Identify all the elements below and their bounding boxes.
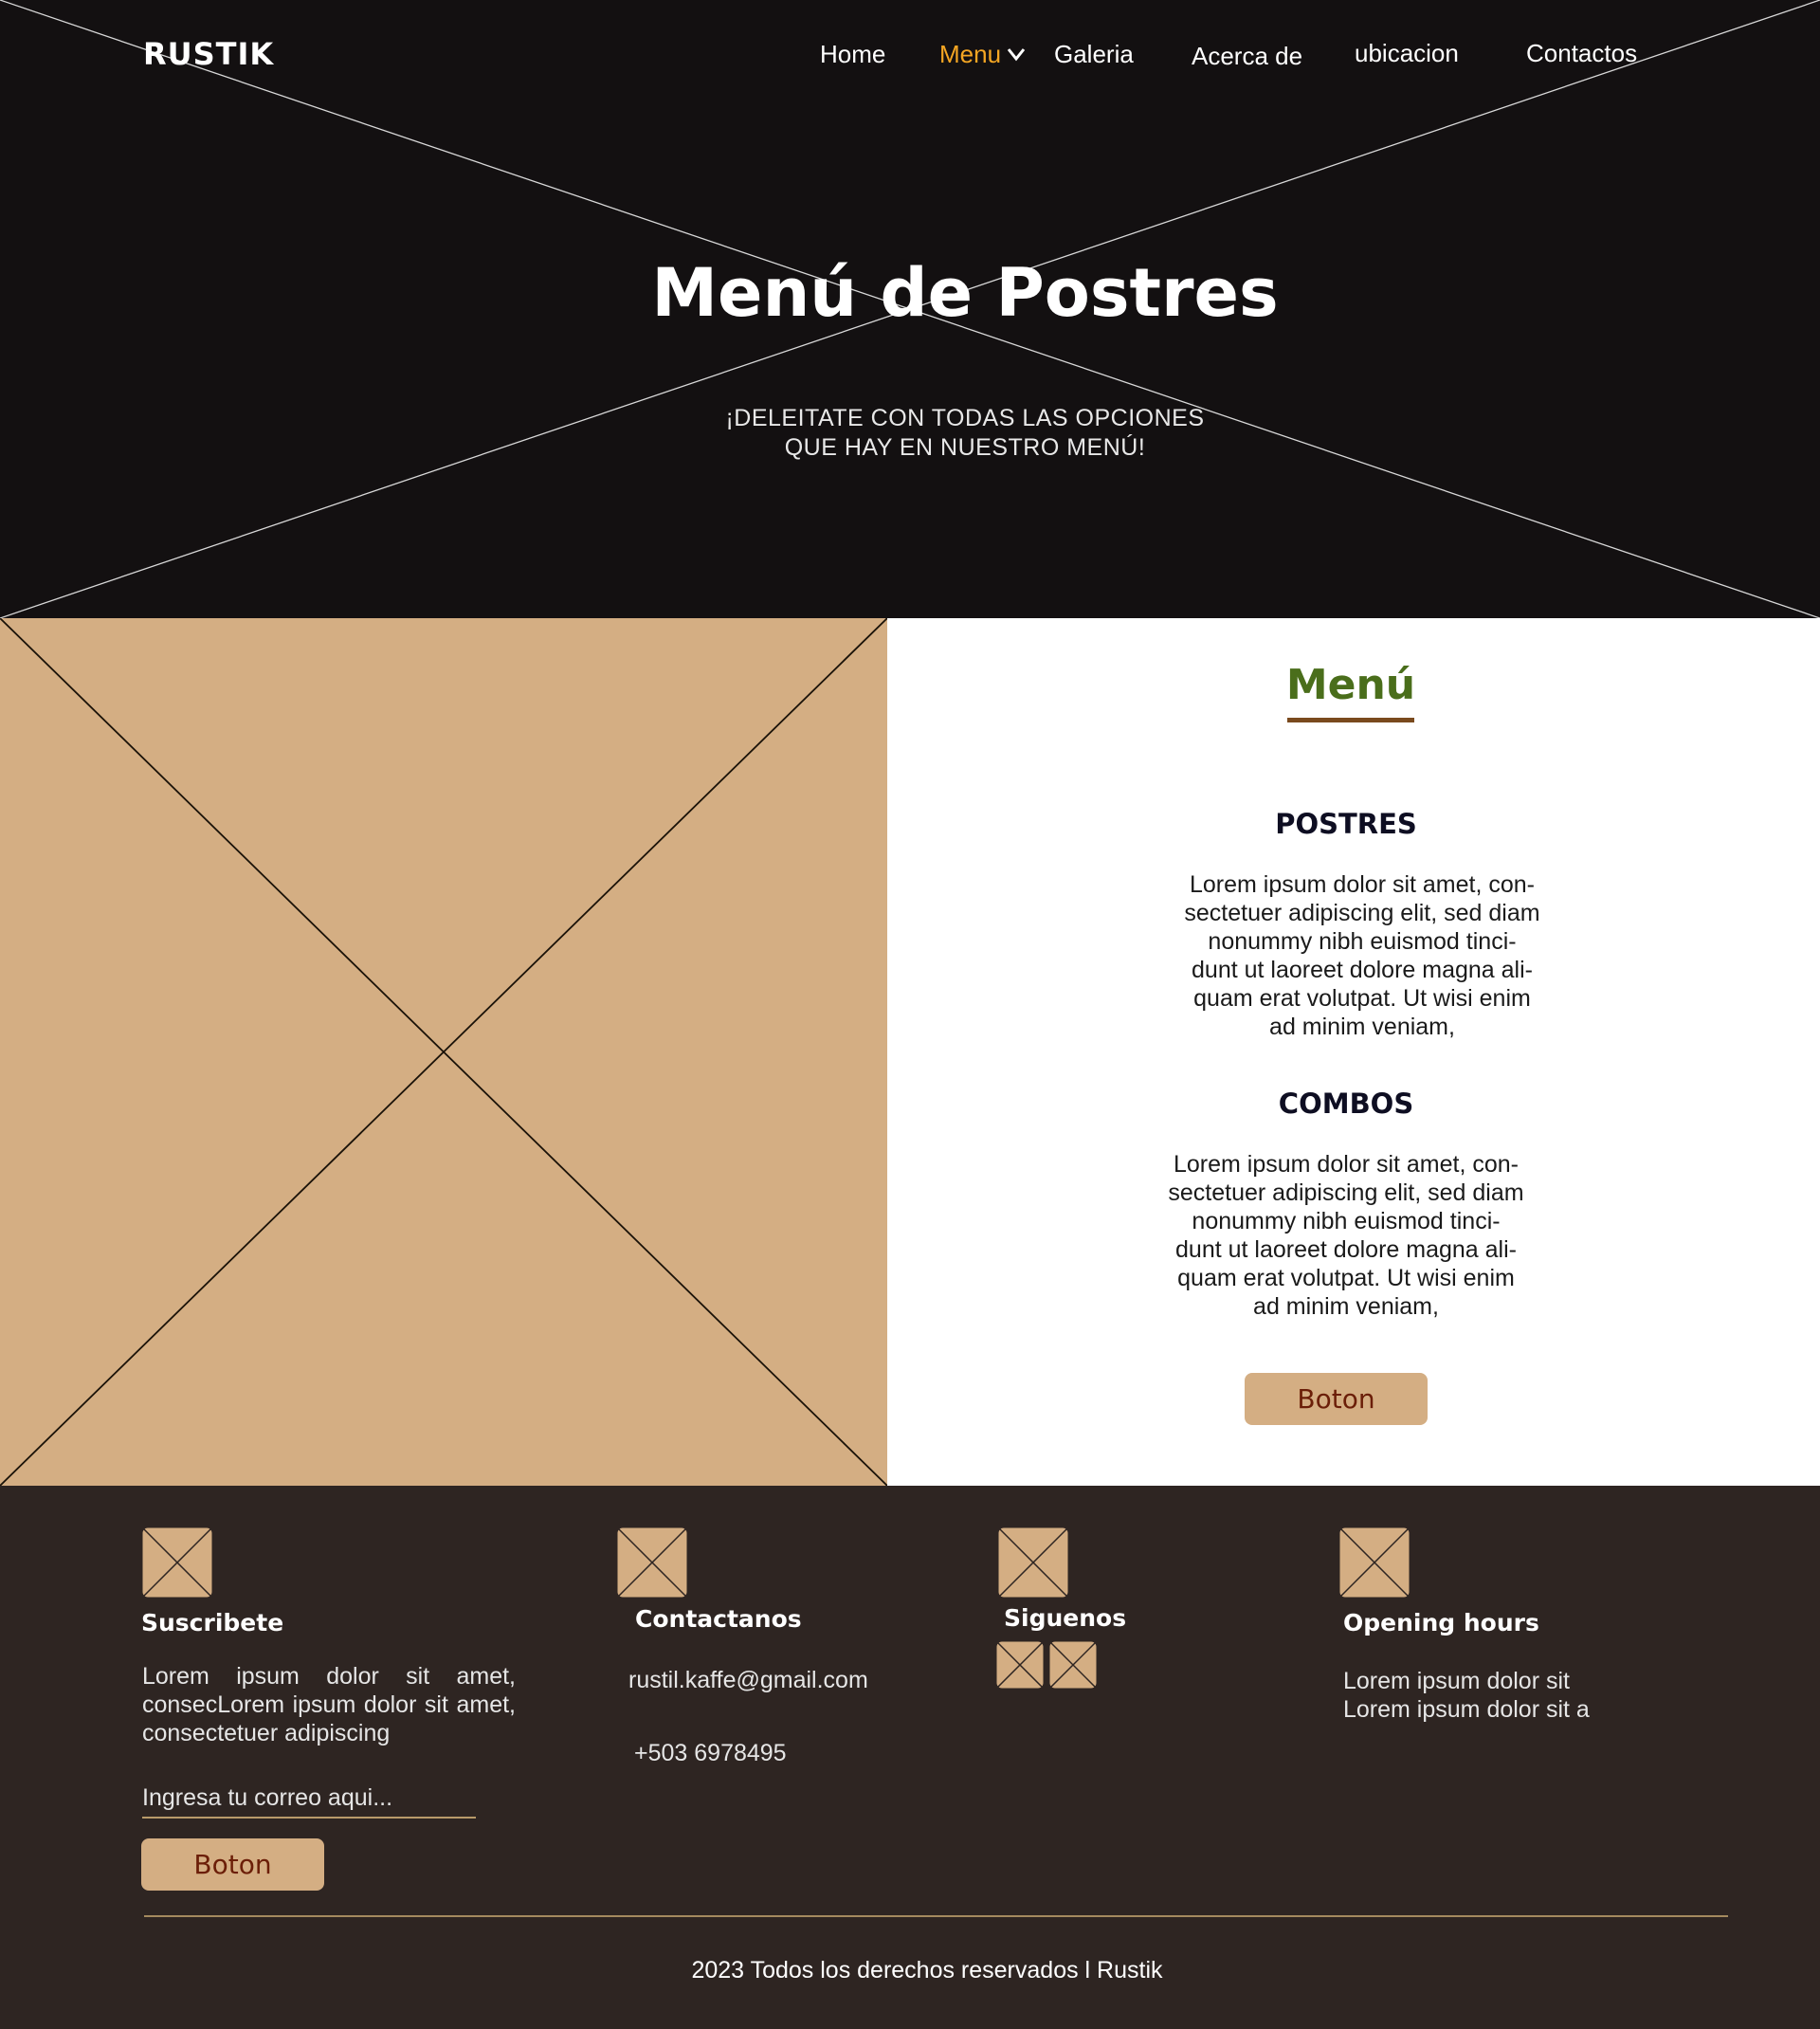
follow-title: Siguenos xyxy=(1004,1604,1127,1632)
body-line: nonummy nibh euismod tinci- xyxy=(1208,928,1517,955)
section-title-combos: COMBOS xyxy=(1278,1088,1414,1120)
contact-email[interactable]: rustil.kaffe@gmail.com xyxy=(628,1666,868,1694)
subscribe-button[interactable]: Boton xyxy=(141,1838,324,1891)
footer-divider xyxy=(144,1915,1728,1917)
section-title-postres: POSTRES xyxy=(1275,808,1417,840)
contact-phone[interactable]: +503 6978495 xyxy=(634,1739,787,1767)
social-icon-1[interactable] xyxy=(995,1640,1045,1690)
follow-icon xyxy=(997,1526,1069,1599)
nav-item-contactos[interactable]: Contactos xyxy=(1526,39,1637,68)
menu-heading: Menú xyxy=(1285,661,1416,709)
hero-title: Menú de Postres xyxy=(651,254,1279,332)
subscribe-title: Suscribete xyxy=(141,1609,284,1636)
body-line: quam erat volutpat. Ut wisi enim xyxy=(1177,1265,1515,1291)
body-line: Lorem ipsum dolor sit amet, con- xyxy=(1173,1151,1520,1178)
image-placeholder-icon xyxy=(0,618,887,1486)
brand-logo[interactable]: RUSTIK xyxy=(143,36,274,72)
nav-item-home[interactable]: Home xyxy=(820,40,885,69)
section-body-combos: Lorem ipsum dolor sit amet, con- sectetu… xyxy=(1128,1150,1564,1321)
footer xyxy=(0,1486,1820,2029)
subscribe-icon xyxy=(141,1526,213,1599)
body-line: sectetuer adipiscing elit, sed diam xyxy=(1168,1179,1524,1206)
dessert-image-placeholder xyxy=(0,618,887,1486)
body-line: sectetuer adipiscing elit, sed diam xyxy=(1184,900,1540,926)
contact-title: Contactanos xyxy=(635,1605,802,1633)
copyright-text: 2023 Todos los derechos reservados l Rus… xyxy=(691,1957,1163,1983)
body-line: nonummy nibh euismod tinci- xyxy=(1192,1208,1501,1234)
contact-icon xyxy=(616,1526,688,1599)
section-body-postres: Lorem ipsum dolor sit amet, con- sectetu… xyxy=(1144,870,1580,1041)
hours-line: Lorem ipsum dolor sit a xyxy=(1343,1696,1590,1723)
menu-panel xyxy=(887,618,1820,1486)
hours-line: Lorem ipsum dolor sit xyxy=(1343,1668,1570,1694)
nav-item-galeria[interactable]: Galeria xyxy=(1054,40,1134,69)
hero-banner: RUSTIK Home Menu Galeria Acerca de ubica… xyxy=(0,0,1820,618)
body-line: dunt ut laoreet dolore magna ali- xyxy=(1192,957,1533,983)
subscribe-text: Lorem ipsum dolor sit amet, consecLorem … xyxy=(142,1663,516,1746)
menu-button[interactable]: Boton xyxy=(1245,1373,1428,1425)
body-line: quam erat volutpat. Ut wisi enim xyxy=(1193,985,1531,1012)
body-line: ad minim veniam, xyxy=(1269,1014,1455,1040)
hero-subtitle-line: ¡DELEITATE CON TODAS LAS OPCIONES xyxy=(725,405,1205,431)
nav-item-menu[interactable]: Menu xyxy=(939,40,1001,69)
hero-subtitle-line: QUE HAY EN NUESTRO MENÚ! xyxy=(784,434,1146,461)
hours-title: Opening hours xyxy=(1343,1609,1539,1636)
nav-item-acerca-de[interactable]: Acerca de xyxy=(1192,42,1302,71)
email-input[interactable] xyxy=(142,1779,476,1819)
social-icon-2[interactable] xyxy=(1048,1640,1098,1690)
body-line: ad minim veniam, xyxy=(1253,1293,1439,1320)
nav-item-ubicacion[interactable]: ubicacion xyxy=(1355,39,1459,68)
menu-heading-underline xyxy=(1287,718,1414,722)
body-line: Lorem ipsum dolor sit amet, con- xyxy=(1189,871,1536,898)
clock-icon xyxy=(1338,1526,1410,1599)
chevron-down-icon[interactable] xyxy=(1006,44,1027,64)
hero-subtitle: ¡DELEITATE CON TODAS LAS OPCIONES QUE HA… xyxy=(0,404,1820,463)
body-line: dunt ut laoreet dolore magna ali- xyxy=(1175,1236,1517,1263)
